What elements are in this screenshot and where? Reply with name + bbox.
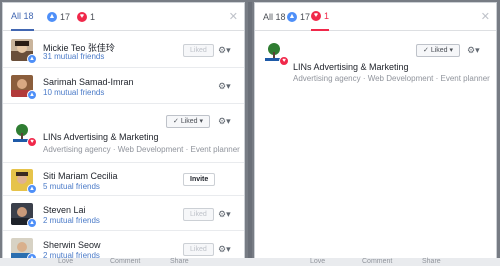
tab-like[interactable]: ▲ 17	[47, 3, 70, 31]
tab-like[interactable]: ▲ 17	[287, 3, 310, 31]
liked-button[interactable]: Liked	[183, 208, 214, 221]
avatar[interactable]: ▲	[11, 75, 37, 100]
thumbs-up-icon: ▲	[27, 184, 37, 194]
list-item: ▲ Sherwin Seow 2 mutual friends Liked ⚙▾	[3, 231, 244, 259]
tab-love-count: 1	[90, 12, 96, 22]
tab-like-count: 17	[300, 12, 311, 22]
thumbs-up-icon: ▲	[27, 218, 37, 228]
tab-all-label: All 18	[11, 11, 34, 21]
scrollbar[interactable]	[248, 2, 252, 260]
tab-love[interactable]: ♥ 1	[311, 3, 330, 31]
liked-button[interactable]: Liked	[183, 243, 214, 256]
avatar[interactable]: ♥	[263, 41, 289, 66]
liked-label: Liked	[430, 47, 448, 54]
background-post-actions: Love Comment Share Love Comment Share	[0, 258, 500, 266]
person-name[interactable]: Sarimah Samad-Imran	[43, 77, 134, 87]
heart-icon: ♥	[27, 137, 37, 147]
share-action[interactable]: Share	[422, 258, 441, 266]
list-item: ♥ ✓ Liked ▾ ⚙▾ LINs Advertising & Market…	[3, 104, 244, 163]
gear-icon[interactable]: ⚙▾	[218, 209, 231, 220]
gear-icon[interactable]: ⚙▾	[467, 45, 480, 56]
mutual-friends[interactable]: 2 mutual friends	[43, 216, 100, 225]
close-icon[interactable]: ✕	[229, 10, 238, 23]
liked-button[interactable]: Liked	[183, 44, 214, 57]
reaction-tabs: All 18 ▲ 17 ♥ 1 ✕	[3, 3, 244, 31]
comment-action[interactable]: Comment	[362, 258, 392, 266]
mutual-friends[interactable]: 31 mutual friends	[43, 52, 104, 61]
thumbs-up-icon: ▲	[287, 12, 297, 22]
list-item: ▲ Sarimah Samad-Imran 10 mutual friends …	[3, 68, 244, 104]
page-categories: Advertising agency · Web Development · E…	[293, 74, 490, 83]
person-name[interactable]: Steven Lai	[43, 205, 86, 215]
thumbs-up-icon: ▲	[47, 12, 57, 22]
avatar[interactable]: ▲	[11, 238, 37, 259]
tab-like-count: 17	[60, 12, 71, 22]
liked-label: Liked	[180, 118, 198, 125]
liked-button[interactable]: ✓ Liked ▾	[416, 44, 461, 57]
love-action[interactable]: Love	[310, 258, 325, 266]
list-item: ▲ Siti Mariam Cecilia 5 mutual friends I…	[3, 163, 244, 196]
avatar[interactable]: ♥	[11, 122, 37, 147]
heart-icon: ♥	[77, 12, 87, 22]
avatar[interactable]: ▲	[11, 169, 37, 194]
heart-icon: ♥	[279, 56, 289, 66]
love-action[interactable]: Love	[58, 258, 73, 266]
page-categories: Advertising agency · Web Development · E…	[43, 145, 240, 154]
liked-button[interactable]: ✓ Liked ▾	[166, 115, 211, 128]
tab-all[interactable]: All 18	[11, 3, 34, 31]
share-action[interactable]: Share	[170, 258, 189, 266]
gear-icon[interactable]: ⚙▾	[218, 81, 231, 92]
thumbs-up-icon: ▲	[27, 54, 37, 64]
close-icon[interactable]: ✕	[481, 10, 490, 23]
reactions-dialog-left: All 18 ▲ 17 ♥ 1 ✕ ▲ Mickie Teo 张佳玲 31 mu…	[2, 2, 245, 260]
gear-icon[interactable]: ⚙▾	[218, 244, 231, 255]
invite-button[interactable]: Invite	[183, 173, 216, 186]
list-item: ♥ ✓ Liked ▾ ⚙▾ LINs Advertising & Market…	[255, 32, 496, 88]
gear-icon[interactable]: ⚙▾	[218, 116, 231, 127]
person-name[interactable]: Siti Mariam Cecilia	[43, 171, 118, 181]
avatar[interactable]: ▲	[11, 39, 37, 64]
comment-action[interactable]: Comment	[110, 258, 140, 266]
mutual-friends[interactable]: 5 mutual friends	[43, 182, 100, 191]
mutual-friends[interactable]: 10 mutual friends	[43, 88, 104, 97]
reaction-tabs: All 18 ▲ 17 ♥ 1 ✕	[255, 3, 496, 31]
page-name[interactable]: LINs Advertising & Marketing	[43, 132, 159, 142]
tab-love[interactable]: ♥ 1	[77, 3, 95, 31]
avatar[interactable]: ▲	[11, 203, 37, 228]
list-item: ▲ Steven Lai 2 mutual friends Liked ⚙▾	[3, 196, 244, 231]
tab-all[interactable]: All 18	[263, 3, 286, 31]
thumbs-up-icon: ▲	[27, 90, 37, 100]
person-name[interactable]: Sherwin Seow	[43, 240, 101, 250]
gear-icon[interactable]: ⚙▾	[218, 45, 231, 56]
tab-all-label: All 18	[263, 12, 286, 22]
heart-icon: ♥	[311, 11, 321, 21]
reactions-dialog-right: All 18 ▲ 17 ♥ 1 ✕ ♥ ✓ Liked ▾ ⚙▾ LINs Ad…	[254, 2, 497, 260]
page-name[interactable]: LINs Advertising & Marketing	[293, 62, 409, 72]
list-item: ▲ Mickie Teo 张佳玲 31 mutual friends Liked…	[3, 32, 244, 68]
tab-love-count: 1	[324, 11, 330, 21]
